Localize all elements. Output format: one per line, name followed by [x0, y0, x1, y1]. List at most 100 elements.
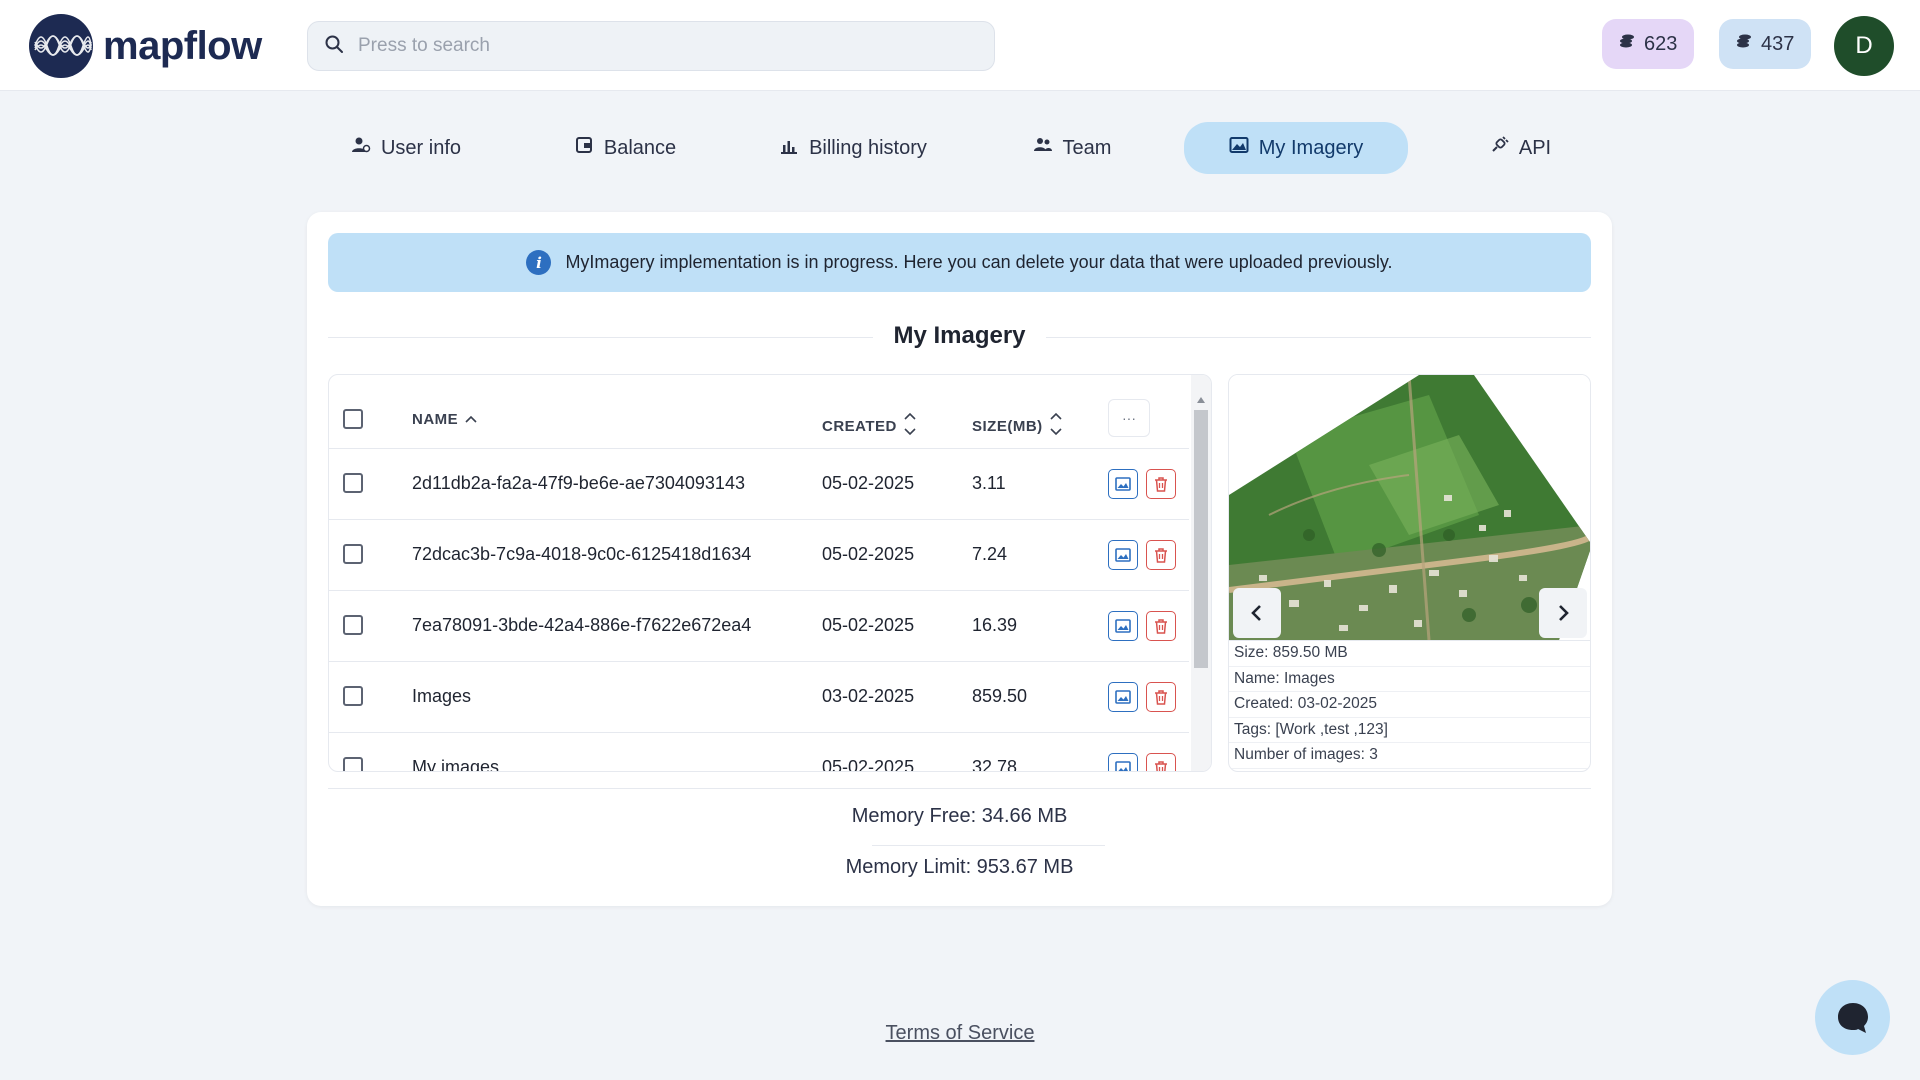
metadata-name: Name: Images — [1229, 667, 1590, 692]
view-image-button[interactable] — [1108, 540, 1138, 570]
tab-team[interactable]: Team — [1012, 122, 1132, 174]
column-header-name[interactable]: NAME — [412, 411, 478, 428]
brand-name: mapflow — [103, 23, 262, 68]
tab-label: API — [1518, 136, 1552, 159]
top-bar: mapflow 623 437 D — [0, 0, 1920, 91]
delete-button[interactable] — [1146, 611, 1176, 641]
table-scrollbar[interactable] — [1191, 375, 1211, 771]
row-size: 3.11 — [972, 473, 1006, 493]
row-created: 05-02-2025 — [822, 544, 915, 564]
mapflow-logo[interactable]: mapflow — [29, 14, 262, 78]
tab-billing-history[interactable]: Billing history — [753, 122, 953, 174]
previous-image-button[interactable] — [1233, 588, 1281, 638]
user-avatar[interactable]: D — [1834, 16, 1894, 76]
delete-button[interactable] — [1146, 469, 1176, 499]
account-tabs: User info Balance Billing history Team M… — [0, 122, 1920, 174]
image-icon — [1115, 548, 1131, 562]
sort-ascending-icon — [464, 411, 478, 428]
search-input[interactable] — [358, 35, 958, 57]
section-title: My Imagery — [328, 322, 1591, 350]
trash-icon — [1155, 548, 1167, 563]
scroll-up-arrow-icon[interactable] — [1197, 397, 1205, 403]
chat-bubble-icon — [1837, 1002, 1868, 1033]
tab-api[interactable]: API — [1460, 122, 1580, 174]
delete-button[interactable] — [1146, 753, 1176, 771]
row-checkbox[interactable] — [343, 473, 363, 493]
chat-button[interactable] — [1815, 980, 1890, 1055]
metadata-tags: Tags: [Work ,test ,123] — [1229, 718, 1590, 743]
row-checkbox[interactable] — [343, 615, 363, 635]
table-row[interactable]: 72dcac3b-7c9a-4018-9c0c-6125418d1634 05-… — [329, 520, 1189, 591]
tab-user-info[interactable]: User info — [321, 122, 491, 174]
credits-value: 437 — [1761, 32, 1795, 55]
metadata-size: Size: 859.50 MB — [1229, 641, 1590, 667]
credits-badge-primary[interactable]: 623 — [1602, 19, 1694, 69]
tab-my-imagery[interactable]: My Imagery — [1184, 122, 1408, 174]
row-created: 05-02-2025 — [822, 615, 915, 635]
wave-logo-icon — [29, 14, 93, 78]
trash-icon — [1155, 477, 1167, 492]
metadata-image-count: Number of images: 3 — [1229, 743, 1590, 769]
row-name: 2d11db2a-fa2a-47f9-be6e-ae7304093143 — [412, 473, 745, 493]
chevron-left-icon — [1251, 605, 1261, 621]
wallet-icon — [574, 135, 594, 161]
view-image-button[interactable] — [1108, 682, 1138, 712]
tab-label: My Imagery — [1258, 136, 1364, 159]
tab-label: User info — [380, 136, 462, 159]
memory-divider — [872, 845, 1105, 846]
row-name: 72dcac3b-7c9a-4018-9c0c-6125418d1634 — [412, 544, 752, 564]
row-checkbox[interactable] — [343, 686, 363, 706]
credits-badge-secondary[interactable]: 437 — [1719, 19, 1811, 69]
user-gear-icon — [351, 135, 371, 161]
image-icon — [1229, 135, 1249, 161]
tab-balance[interactable]: Balance — [545, 122, 705, 174]
select-all-checkbox[interactable] — [343, 409, 363, 429]
column-label: SIZE(MB) — [972, 417, 1043, 435]
delete-button[interactable] — [1146, 540, 1176, 570]
satellite-image — [1229, 375, 1590, 640]
plug-icon — [1489, 135, 1509, 161]
row-created: 05-02-2025 — [822, 473, 915, 493]
section-title-text: My Imagery — [893, 322, 1026, 349]
column-options-button[interactable]: ··· — [1108, 399, 1150, 437]
row-checkbox[interactable] — [343, 544, 363, 564]
credits-value: 623 — [1644, 32, 1678, 55]
table-row[interactable]: My images 05-02-2025 32.78 — [329, 733, 1189, 772]
scrollbar-thumb[interactable] — [1194, 410, 1208, 668]
row-name: 7ea78091-3bde-42a4-886e-f7622e672ea4 — [412, 615, 752, 635]
memory-free: Memory Free: 34.66 MB — [851, 805, 1068, 827]
delete-button[interactable] — [1146, 682, 1176, 712]
view-image-button[interactable] — [1108, 753, 1138, 771]
imagery-preview: Size: 859.50 MB Name: Images Created: 03… — [1228, 374, 1591, 772]
row-size: 32.78 — [972, 757, 1018, 772]
info-icon: i — [526, 250, 552, 275]
column-header-created[interactable]: CREATED — [822, 411, 917, 441]
next-image-button[interactable] — [1539, 588, 1587, 638]
table-row[interactable]: 7ea78091-3bde-42a4-886e-f7622e672ea4 05-… — [329, 591, 1189, 662]
row-checkbox[interactable] — [343, 757, 363, 771]
trash-icon — [1155, 690, 1167, 705]
imagery-table: NAME CREATED SIZE(MB) ··· 2d11db2a-fa2a-… — [328, 374, 1212, 772]
column-label: NAME — [412, 411, 459, 428]
image-metadata: Size: 859.50 MB Name: Images Created: 03… — [1229, 640, 1590, 769]
imagery-card: i MyImagery implementation is in progres… — [307, 212, 1612, 906]
terms-of-service-link[interactable]: Terms of Service — [0, 1022, 1920, 1045]
table-row[interactable]: 2d11db2a-fa2a-47f9-be6e-ae7304093143 05-… — [329, 449, 1189, 520]
image-icon — [1115, 761, 1131, 771]
team-icon — [1033, 135, 1053, 161]
search-bar[interactable] — [307, 21, 995, 71]
row-name: My images — [412, 757, 500, 772]
coins-icon — [1735, 32, 1753, 56]
row-size: 16.39 — [972, 615, 1018, 635]
column-header-size[interactable]: SIZE(MB) — [972, 411, 1063, 441]
row-size: 7.24 — [972, 544, 1008, 564]
table-row[interactable]: Images 03-02-2025 859.50 — [329, 662, 1189, 733]
memory-summary: Memory Free: 34.66 MB Memory Limit: 953.… — [328, 788, 1591, 878]
image-icon — [1115, 477, 1131, 491]
row-name: Images — [412, 686, 472, 706]
bar-chart-icon — [779, 135, 799, 161]
view-image-button[interactable] — [1108, 611, 1138, 641]
view-image-button[interactable] — [1108, 469, 1138, 499]
memory-limit: Memory Limit: 953.67 MB — [845, 856, 1074, 878]
row-size: 859.50 — [972, 686, 1028, 706]
